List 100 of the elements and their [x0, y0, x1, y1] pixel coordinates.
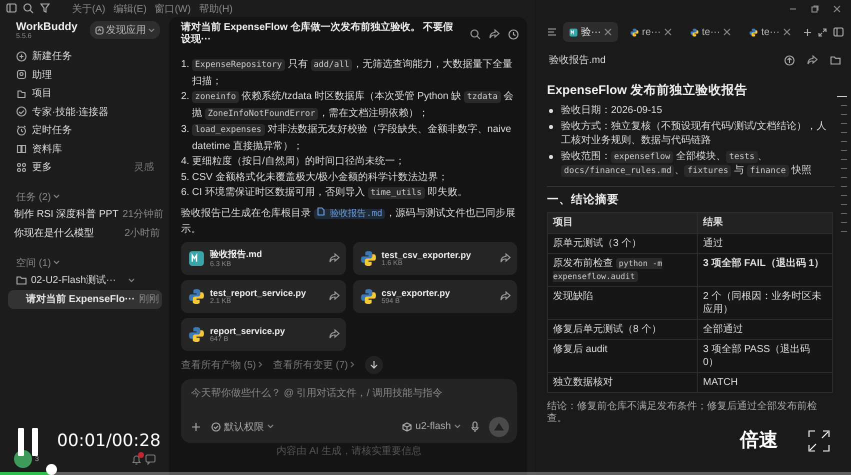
- close-icon[interactable]: [782, 28, 791, 36]
- table-cell: 2 个（同根因：业务时区未应用）: [698, 286, 832, 320]
- section-heading: 一、结论摘要: [547, 192, 620, 207]
- share-icon[interactable]: [807, 55, 818, 65]
- summary-text: 验收报告已生成在仓库根目录 验收报告.md ，源码与测试文件也已同步展示。: [181, 206, 516, 236]
- app-name: WorkBuddy: [16, 21, 78, 33]
- fullscreen-icon[interactable]: [808, 430, 830, 452]
- app-icon: [95, 26, 104, 34]
- progress-track[interactable]: [0, 464, 851, 475]
- menu-item[interactable]: 编辑(E): [113, 2, 147, 16]
- close-icon[interactable]: [604, 28, 612, 36]
- share-icon[interactable]: [500, 253, 511, 263]
- caret-icon: [267, 424, 274, 429]
- file-name: test_report_service.py: [210, 288, 308, 298]
- close-icon[interactable]: [723, 28, 732, 36]
- book-icon: [16, 143, 27, 154]
- pause-icon[interactable]: [17, 428, 39, 456]
- list-item: 3. load_expenses 对非法数据无友好校验（字段缺失、金额非数字、naive datetime 直接抛异常）；: [181, 122, 512, 154]
- menu-icon[interactable]: [547, 28, 557, 36]
- scroll-down-button[interactable]: [365, 356, 383, 374]
- folder-icon[interactable]: [830, 55, 841, 65]
- python-file-icon: [360, 288, 376, 304]
- message-input[interactable]: 今天帮你做些什么？ @ 引用对话文件，/ 调用技能与指令: [191, 386, 509, 400]
- down-arrow-icon: [370, 360, 378, 369]
- share-icon[interactable]: [328, 253, 340, 263]
- file-name: report_service.py: [210, 326, 286, 336]
- progress-handle[interactable]: [46, 464, 58, 475]
- table-cell: 独立数据核对: [548, 372, 698, 392]
- plus-icon[interactable]: [802, 28, 812, 36]
- task-item[interactable]: 你现在是什么模型 2小时前: [0, 224, 164, 242]
- search-icon[interactable]: [23, 3, 34, 14]
- model-button[interactable]: u2-flash: [402, 421, 461, 432]
- caret-icon: [148, 28, 155, 32]
- history-icon[interactable]: [508, 28, 519, 40]
- view-link[interactable]: 查看所有变更 (7): [273, 358, 355, 372]
- nav-item[interactable]: 资料库: [0, 140, 166, 158]
- python-file-icon: [749, 28, 758, 36]
- filter-icon[interactable]: [40, 3, 50, 13]
- speed-button[interactable]: 倍速: [740, 427, 778, 453]
- python-file-icon: [360, 250, 376, 266]
- up-arrow-icon: [494, 422, 504, 431]
- chevron-icon: [350, 361, 355, 368]
- python-file-icon: [188, 288, 205, 304]
- share-icon[interactable]: [328, 291, 340, 301]
- bullet-text: 验收方式：独立复核（不预设现有代码/测试/文档结论），人工核对业务规则、数据与代码链路: [561, 120, 828, 148]
- microphone-icon[interactable]: [471, 421, 479, 432]
- permission-button[interactable]: 默认权限: [211, 420, 274, 434]
- conversation-title: 请对当前 ExpenseFlow 仓库做一次发布前独立验收。 不要假设现···: [181, 22, 454, 46]
- plus-icon[interactable]: [191, 422, 201, 432]
- task-item[interactable]: 请对当前 ExpenseFlo··· 刚刚: [8, 290, 162, 308]
- cube-icon: [402, 422, 412, 432]
- file-title: 验收报告.md: [549, 54, 607, 67]
- upload-icon[interactable]: [784, 54, 795, 66]
- nav-item[interactable]: 定时任务: [0, 121, 166, 140]
- sidebar-toggle-icon[interactable]: [6, 3, 17, 13]
- file-link[interactable]: 验收报告.md: [314, 208, 386, 218]
- file-tab[interactable]: 验···: [563, 22, 618, 42]
- file-tab[interactable]: re···: [624, 22, 678, 42]
- share-icon[interactable]: [489, 29, 500, 39]
- caret-icon: [454, 424, 461, 429]
- nav-item[interactable]: 更多 灵感: [0, 158, 166, 176]
- panel-icon[interactable]: [832, 27, 844, 37]
- close-icon[interactable]: [664, 28, 672, 36]
- section-header[interactable]: 空间 (1): [16, 256, 51, 270]
- python-file-icon: [630, 28, 639, 36]
- menu-item[interactable]: 关于(A): [72, 2, 106, 16]
- file-tab[interactable]: te···: [684, 22, 738, 42]
- file-tab[interactable]: te···: [743, 22, 797, 42]
- table-cell: 发现缺陷: [548, 286, 698, 320]
- nav-item[interactable]: 新建任务: [0, 47, 166, 66]
- menu-item[interactable]: 帮助(H): [198, 2, 233, 16]
- chat-icon[interactable]: [145, 454, 156, 464]
- list-item: 5. CSV 金额格式化未覆盖极大/极小金额的科学计数法边界；: [181, 170, 450, 184]
- section-header[interactable]: 任务 (2): [16, 190, 51, 204]
- nav-item[interactable]: 项目: [0, 84, 166, 102]
- folder-item[interactable]: 02-U2-Flash测试···: [0, 270, 166, 290]
- nav-item[interactable]: 专家·技能·连接器: [0, 102, 166, 121]
- discover-apps-button[interactable]: 发现应用: [90, 21, 160, 39]
- list-item: 4. 更细粒度（按日/自然周）的时间口径尚未统一；: [181, 154, 406, 169]
- report-heading: ExpenseFlow 发布前独立验收报告: [547, 82, 748, 99]
- share-icon[interactable]: [328, 329, 340, 339]
- table-cell: 通过: [698, 234, 832, 254]
- task-item[interactable]: 制作 RSI 深度科普 PPT 21分钟前: [0, 204, 164, 224]
- expand-icon[interactable]: [818, 28, 827, 36]
- new-task-icon: [16, 50, 27, 62]
- close-icon[interactable]: [833, 5, 841, 13]
- table-cell: 修复后单元测试（8 个）: [548, 320, 698, 340]
- view-link[interactable]: 查看所有产物 (5): [181, 358, 263, 372]
- share-icon[interactable]: [500, 291, 511, 301]
- bullet-text: 验收日期：2026-09-15: [561, 104, 662, 118]
- bell-icon[interactable]: [131, 454, 142, 464]
- nav-item[interactable]: 助理: [0, 66, 166, 84]
- table-cell: 3 项全部 PASS（退出码 0）: [698, 340, 832, 372]
- playback-time: 00:01/00:28: [57, 431, 161, 451]
- table-cell: MATCH: [698, 372, 832, 392]
- search-icon[interactable]: [470, 28, 481, 40]
- restore-icon[interactable]: [811, 5, 819, 13]
- table-cell: 全部通过: [698, 320, 832, 340]
- bullet-icon: [549, 109, 553, 113]
- menu-item[interactable]: 窗口(W): [154, 2, 191, 16]
